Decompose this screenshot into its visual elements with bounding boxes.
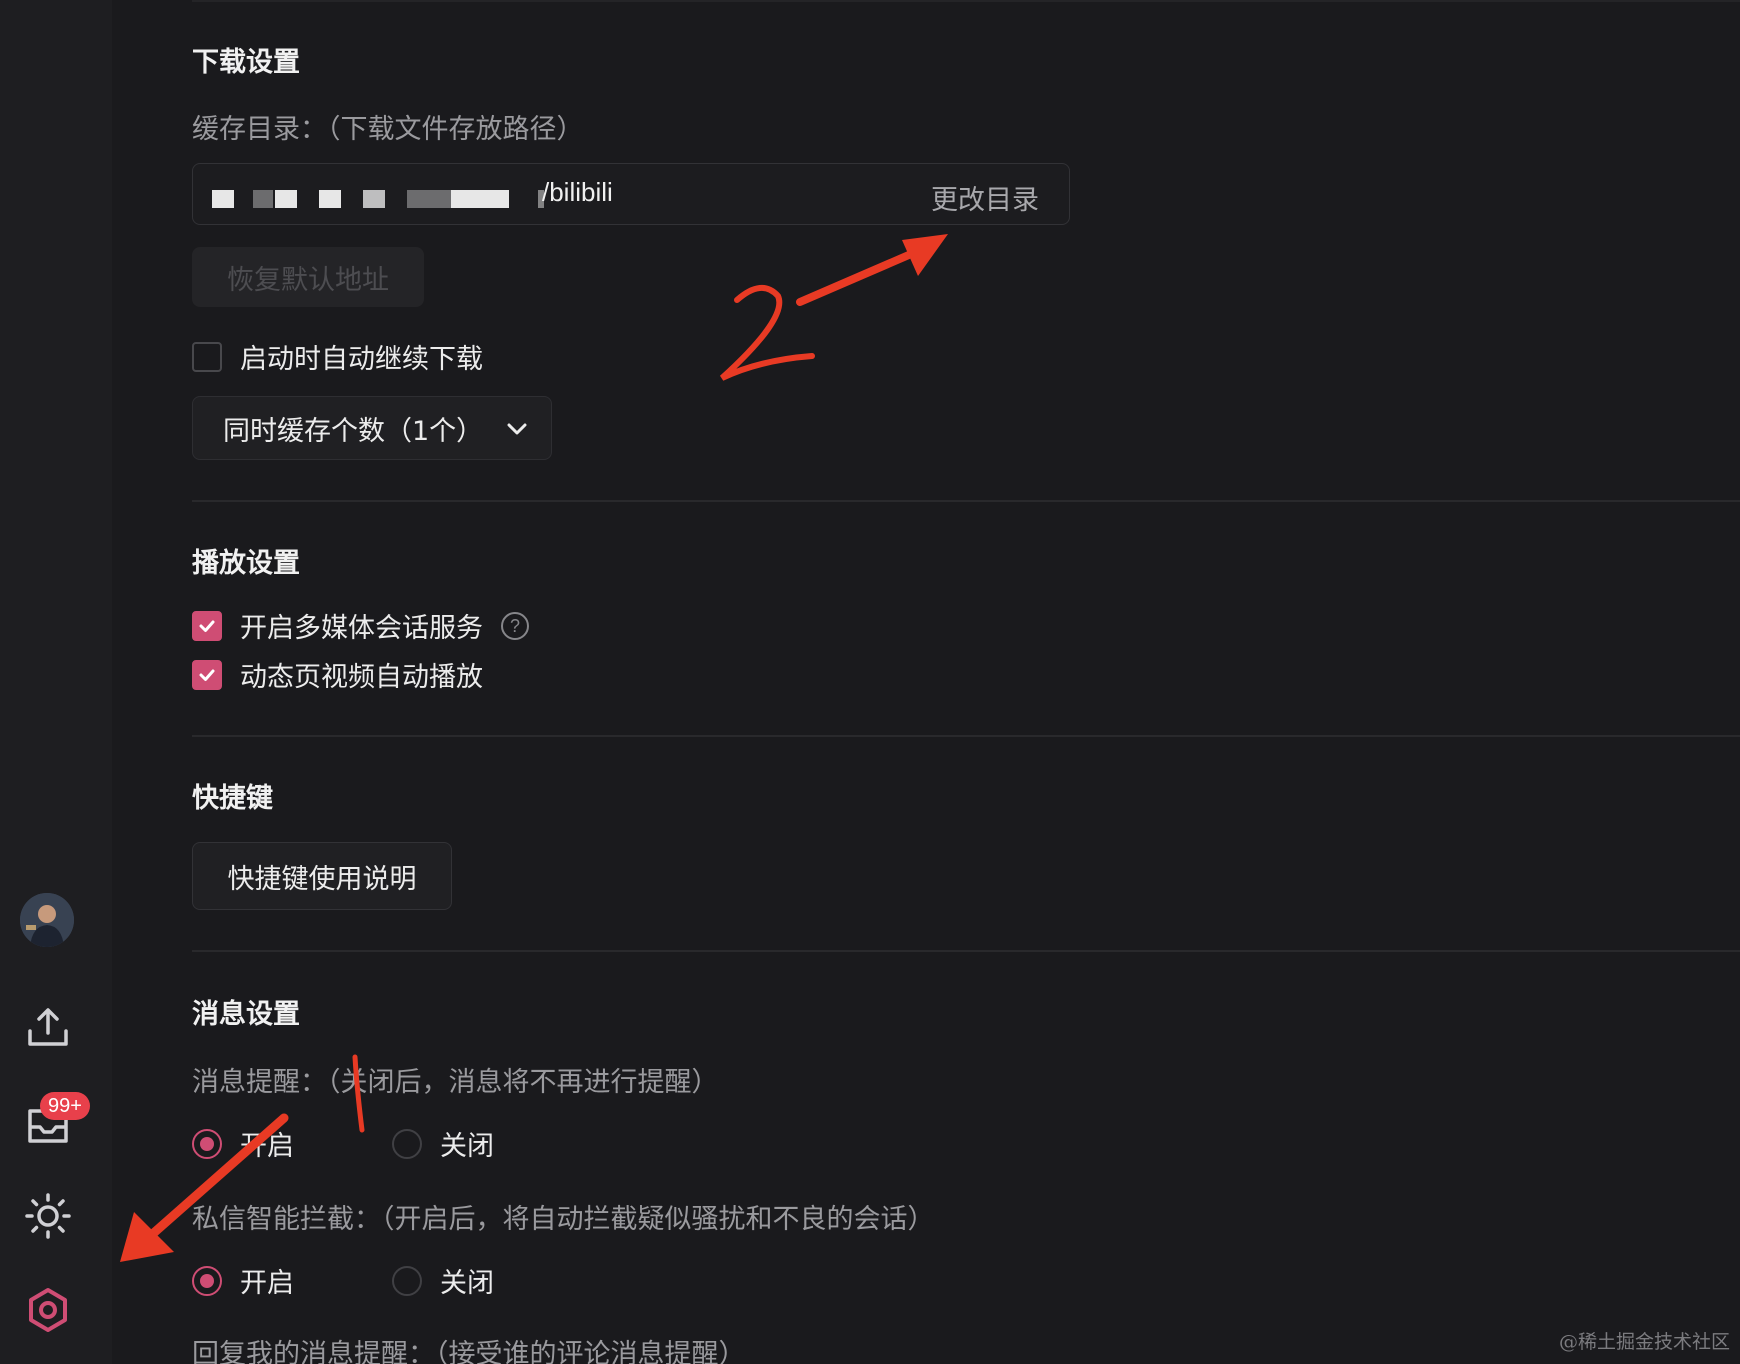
theme-button[interactable] bbox=[20, 1188, 76, 1244]
intercept-on-radio[interactable] bbox=[192, 1265, 222, 1296]
section-divider bbox=[192, 500, 1740, 502]
avatar[interactable] bbox=[20, 893, 74, 947]
reminder-off-label: 关闭 bbox=[440, 1131, 494, 1162]
restore-default-button[interactable]: 恢复默认地址 bbox=[192, 247, 424, 307]
autoplay-label: 动态页视频自动播放 bbox=[240, 662, 483, 693]
reminder-on-radio[interactable] bbox=[192, 1128, 222, 1159]
intercept-on-label: 开启 bbox=[240, 1268, 294, 1299]
upload-button[interactable] bbox=[20, 1000, 76, 1056]
unread-badge: 99+ bbox=[40, 1092, 90, 1120]
intercept-off-option[interactable]: 关闭 bbox=[392, 1261, 494, 1300]
cache-dir-label: 缓存目录：（下载文件存放路径） bbox=[192, 114, 584, 145]
upload-icon bbox=[28, 1008, 68, 1046]
concurrent-select[interactable]: 同时缓存个数（1个） bbox=[192, 396, 552, 460]
message-section-title: 消息设置 bbox=[192, 999, 300, 1030]
change-dir-button[interactable]: 更改目录 bbox=[931, 178, 1039, 217]
path-redaction bbox=[212, 190, 234, 208]
playback-section-title: 播放设置 bbox=[192, 548, 300, 579]
check-icon bbox=[199, 669, 215, 681]
settings-window: 99+ 下载设置 缓存目录：（下载文件存放路径） /bilibili 更改目录 … bbox=[0, 0, 1740, 1364]
section-divider bbox=[192, 950, 1740, 952]
shortcut-section-title: 快捷键 bbox=[192, 783, 273, 814]
arrow-annotation bbox=[796, 234, 948, 306]
media-session-label: 开启多媒体会话服务 bbox=[240, 613, 483, 644]
media-session-checkbox[interactable] bbox=[192, 610, 222, 641]
download-section-title: 下载设置 bbox=[192, 47, 300, 78]
reminder-on-option[interactable]: 开启 bbox=[192, 1124, 294, 1163]
check-icon bbox=[199, 620, 215, 632]
settings-button[interactable] bbox=[20, 1282, 76, 1338]
intercept-off-label: 关闭 bbox=[440, 1268, 494, 1299]
cache-path-field[interactable]: /bilibili 更改目录 bbox=[192, 163, 1070, 225]
reply-reminder-label: 回复我的消息提醒：（接受谁的评论消息提醒） bbox=[192, 1339, 746, 1364]
auto-resume-label: 启动时自动继续下载 bbox=[240, 344, 483, 375]
chevron-down-icon bbox=[507, 423, 527, 435]
sidebar: 99+ bbox=[0, 0, 112, 1364]
concurrent-select-value: 同时缓存个数（1个） bbox=[223, 415, 484, 447]
cache-path-text: /bilibili bbox=[542, 177, 613, 207]
reminder-off-option[interactable]: 关闭 bbox=[392, 1124, 494, 1163]
intercept-on-option[interactable]: 开启 bbox=[192, 1261, 294, 1300]
top-divider bbox=[192, 0, 1740, 2]
auto-resume-checkbox[interactable] bbox=[192, 341, 222, 372]
settings-icon bbox=[29, 1288, 67, 1332]
help-icon[interactable]: ? bbox=[501, 611, 529, 640]
section-divider bbox=[192, 735, 1740, 737]
intercept-label: 私信智能拦截：（开启后，将自动拦截疑似骚扰和不良的会话） bbox=[192, 1204, 935, 1235]
media-session-row[interactable]: 开启多媒体会话服务 ? bbox=[192, 606, 529, 645]
shortcut-help-button[interactable]: 快捷键使用说明 bbox=[192, 842, 452, 910]
reminder-on-label: 开启 bbox=[240, 1131, 294, 1162]
reminder-label: 消息提醒：（关闭后，消息将不再进行提醒） bbox=[192, 1067, 719, 1098]
intercept-off-radio[interactable] bbox=[392, 1265, 422, 1296]
sun-icon bbox=[25, 1193, 71, 1239]
number-two-annotation bbox=[719, 285, 815, 381]
reminder-off-radio[interactable] bbox=[392, 1128, 422, 1159]
auto-resume-row[interactable]: 启动时自动继续下载 bbox=[192, 337, 483, 376]
autoplay-checkbox[interactable] bbox=[192, 659, 222, 690]
autoplay-row[interactable]: 动态页视频自动播放 bbox=[192, 655, 483, 694]
watermark: @稀土掘金技术社区 bbox=[1558, 1331, 1730, 1353]
